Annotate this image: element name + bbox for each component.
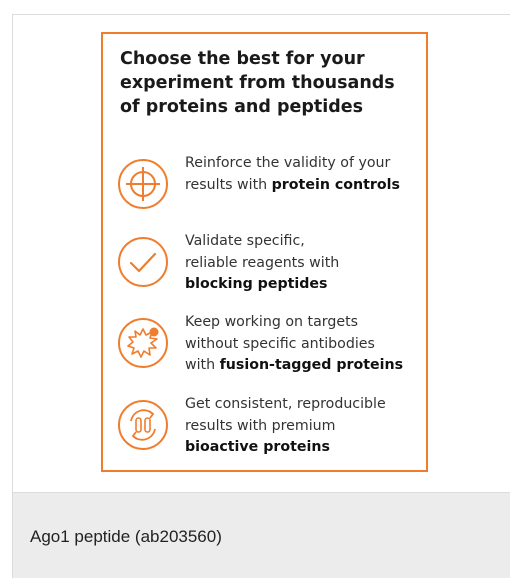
feature-highlight: blocking peptides	[185, 276, 328, 292]
promo-banner: Choose the best for your experiment from…	[101, 32, 428, 472]
checkmark-icon	[117, 236, 169, 288]
caption-bar[interactable]: Ago1 peptide (ab203560)	[13, 492, 510, 578]
feature-line: reliable reagents with	[185, 254, 340, 271]
feature-line: without specific antibodies	[185, 335, 375, 352]
feature-text: Validate specific, reliable reagents wit…	[185, 231, 425, 296]
fusion-protein-icon	[117, 317, 169, 369]
promo-title: Choose the best for your experiment from…	[120, 47, 420, 119]
feature-highlight: fusion-tagged proteins	[219, 357, 404, 373]
feature-line: Reinforce the validity of your	[185, 155, 391, 171]
feature-line: results with premium	[185, 417, 336, 434]
feature-line: results with protein controls	[185, 176, 400, 193]
feature-blocking-peptides: Validate specific, reliable reagents wit…	[117, 233, 422, 314]
promo-title-line: Choose the best for your	[120, 49, 365, 69]
feature-highlight: bioactive proteins	[185, 439, 330, 455]
feature-line: with fusion-tagged proteins	[185, 357, 404, 373]
product-card[interactable]: Choose the best for your experiment from…	[12, 14, 510, 578]
promo-title-line: of proteins and peptides	[120, 97, 364, 117]
feature-text: Keep working on targets without specific…	[185, 312, 425, 377]
feature-protein-controls: Reinforce the validity of your results w…	[117, 155, 422, 236]
feature-line: Validate specific,	[185, 233, 305, 249]
bioactive-cycle-icon	[117, 399, 169, 451]
feature-line: Get consistent, reproducible	[185, 396, 386, 412]
feature-highlight: protein controls	[271, 176, 400, 193]
feature-text: Reinforce the validity of your results w…	[185, 153, 425, 196]
feature-line: blocking peptides	[185, 274, 425, 296]
product-caption[interactable]: Ago1 peptide (ab203560)	[30, 527, 222, 547]
feature-bioactive-proteins: Get consistent, reproducible results wit…	[117, 396, 422, 477]
feature-line: bioactive proteins	[185, 437, 425, 459]
feature-line: Keep working on targets	[185, 314, 359, 330]
promo-title-line: experiment from thousands	[120, 73, 395, 93]
crosshair-icon	[117, 158, 169, 210]
feature-text: Get consistent, reproducible results wit…	[185, 394, 425, 459]
feature-fusion-tagged-proteins: Keep working on targets without specific…	[117, 314, 422, 395]
product-image[interactable]: Choose the best for your experiment from…	[13, 15, 510, 492]
